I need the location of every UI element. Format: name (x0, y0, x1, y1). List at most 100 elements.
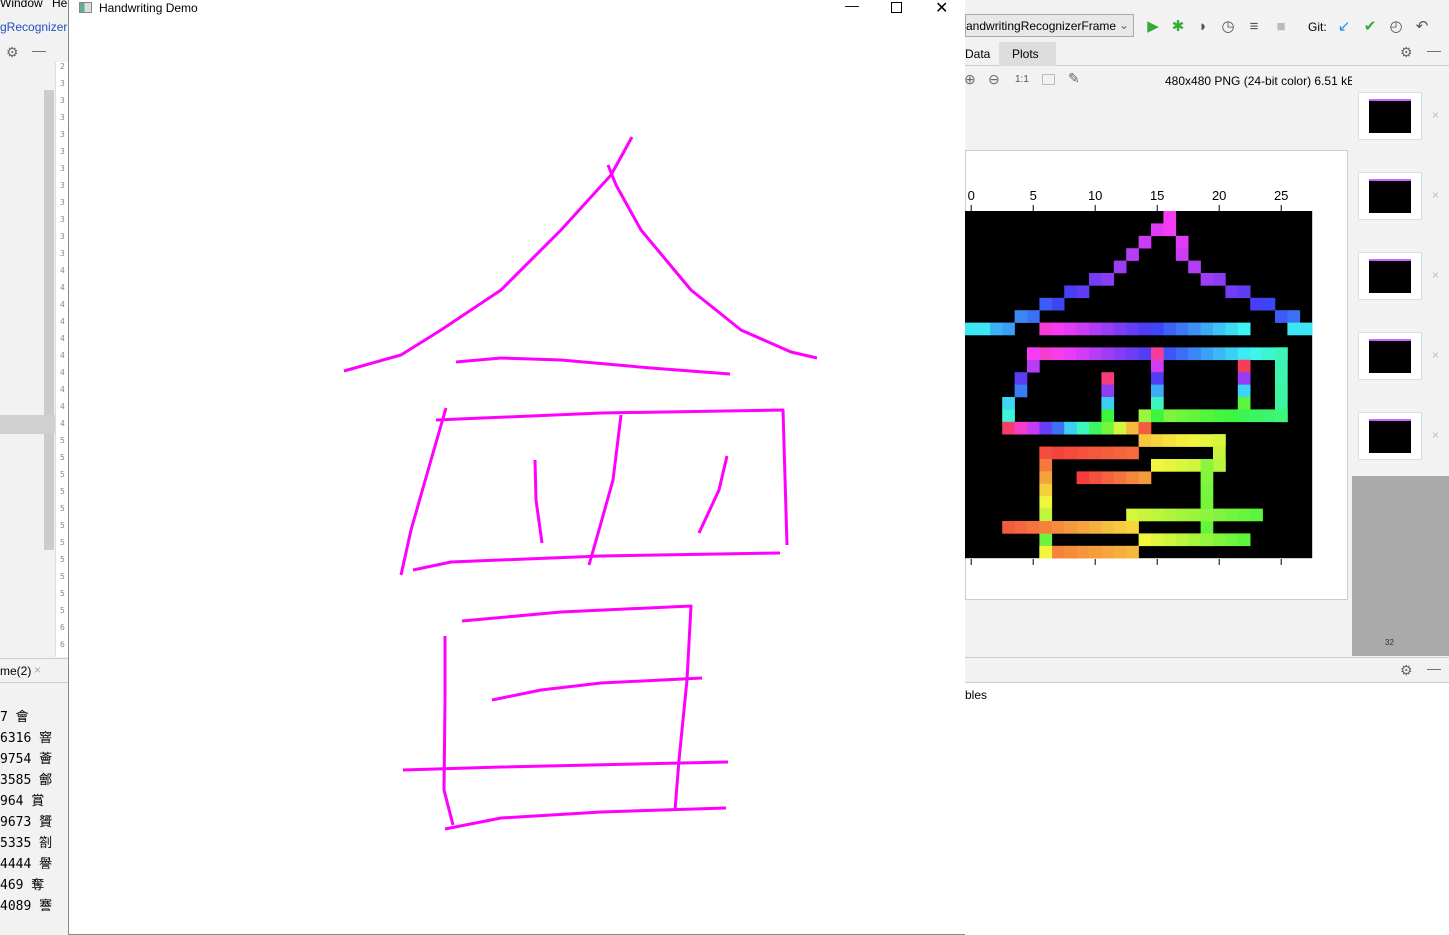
pixel (1064, 285, 1077, 299)
pixel (1126, 347, 1139, 361)
x-tick-label: 25 (1274, 188, 1288, 203)
pixel (1014, 384, 1028, 398)
pixel (1151, 322, 1164, 336)
pixel (1237, 359, 1251, 373)
pixel (1213, 322, 1226, 336)
pixel (1200, 521, 1214, 534)
pixel (1089, 521, 1102, 534)
pixel (1089, 446, 1102, 460)
pixel (1039, 521, 1053, 534)
pixel (1002, 409, 1015, 423)
pixel (1188, 409, 1201, 423)
pixel (1002, 397, 1015, 410)
pixel (1064, 347, 1077, 361)
plot-thumbnail[interactable] (1358, 92, 1422, 140)
pixel (1138, 421, 1152, 435)
pixel (1275, 397, 1288, 410)
pixel (1200, 471, 1214, 485)
pixel (1188, 508, 1201, 522)
pixel (1175, 409, 1189, 423)
pixel (1101, 471, 1115, 485)
pixel (1027, 310, 1040, 323)
plot-thumbnail[interactable] (1358, 412, 1422, 460)
pixel (1275, 310, 1288, 323)
pixel (1051, 322, 1065, 336)
pixel (1027, 359, 1040, 373)
pixel (1151, 409, 1164, 423)
pixel (1250, 297, 1263, 311)
pixel (1076, 285, 1090, 299)
gear-icon[interactable]: ⚙ (1400, 662, 1413, 679)
pixel (1014, 310, 1028, 323)
pixel (1113, 260, 1127, 274)
pixel (1027, 421, 1040, 435)
close-icon[interactable]: × (1432, 188, 1439, 202)
pixel (1175, 508, 1189, 522)
pixel (1064, 446, 1077, 460)
pixel (1039, 322, 1053, 336)
pixel (1051, 297, 1065, 311)
pixel (1039, 483, 1053, 497)
pixel (1151, 359, 1164, 373)
pixel (1138, 434, 1152, 447)
pixel (1151, 347, 1164, 361)
pixel (1101, 347, 1115, 361)
pixel (1262, 409, 1276, 423)
close-icon[interactable]: × (1432, 108, 1439, 122)
pixel (1076, 421, 1090, 435)
plot-thumbnail[interactable] (1358, 252, 1422, 300)
pixel (1113, 421, 1127, 435)
pixel (1113, 347, 1127, 361)
pixel (1039, 347, 1053, 361)
pixel (1126, 248, 1139, 261)
pixel (1101, 545, 1115, 559)
pixel (1163, 508, 1177, 522)
pixel (1126, 508, 1139, 522)
pixel (1237, 285, 1251, 299)
pixel (1051, 446, 1065, 460)
pixel (1064, 545, 1077, 559)
pixel (1126, 545, 1139, 559)
pixel (1113, 521, 1127, 534)
pixel (1200, 508, 1214, 522)
pixel (1175, 322, 1189, 336)
pixel (1051, 545, 1065, 559)
pixel (1163, 409, 1177, 423)
pixel (1089, 347, 1102, 361)
thumb-count: 32 (1385, 638, 1394, 647)
pixel (1213, 273, 1226, 286)
pixel (1039, 508, 1053, 522)
ide-right-panel: andwritingRecognizerFrame ⌄ ▶ ✱ ◗ ◷ ≡ ■ … (964, 0, 1449, 935)
pixel (1213, 409, 1226, 423)
pixel (1151, 223, 1164, 237)
pixel (1101, 446, 1115, 460)
pixel (1225, 409, 1239, 423)
pixel (1076, 545, 1090, 559)
close-icon[interactable]: × (1432, 268, 1439, 282)
pixel (1213, 459, 1226, 472)
pixel (1237, 322, 1251, 336)
pixel (1101, 397, 1115, 410)
plot-thumbnail[interactable] (1358, 332, 1422, 380)
close-icon[interactable]: × (1432, 348, 1439, 362)
pixel (1175, 434, 1189, 447)
pixel (1138, 533, 1152, 547)
pixel (1151, 397, 1164, 410)
pixel (1188, 434, 1201, 447)
pixel (1200, 434, 1214, 447)
pixel (1213, 434, 1226, 447)
pixel (1163, 434, 1177, 447)
close-icon[interactable]: × (1432, 428, 1439, 442)
plot-thumbnail[interactable] (1358, 172, 1422, 220)
pixel (1163, 347, 1177, 361)
pixel (1101, 273, 1115, 286)
pixel (1151, 384, 1164, 398)
pixel (1089, 545, 1102, 559)
pixel (1113, 545, 1127, 559)
pixel (1039, 459, 1053, 472)
pixel (1002, 322, 1015, 336)
pixel (1225, 533, 1239, 547)
minimize-panel-icon[interactable]: — (1427, 660, 1441, 676)
pixel (1113, 322, 1127, 336)
pixel (1039, 496, 1053, 509)
